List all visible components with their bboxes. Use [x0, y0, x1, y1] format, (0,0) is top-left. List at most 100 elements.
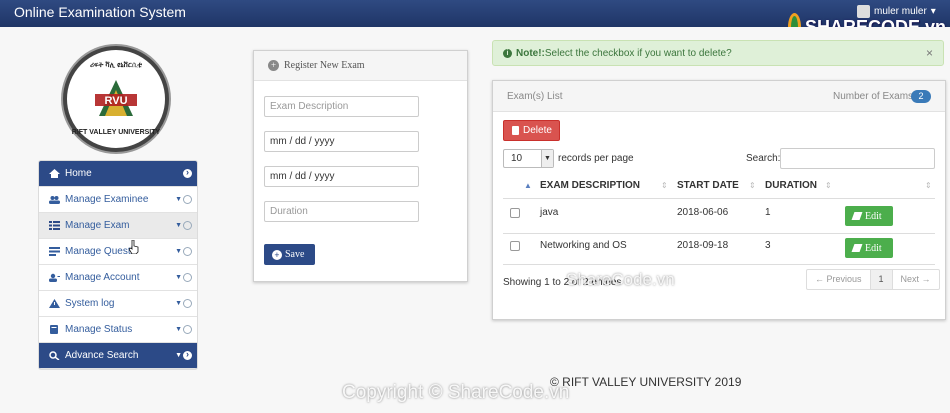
sidebar-item-advance-search[interactable]: Advance Search ▼ [39, 343, 197, 369]
previous-page-button[interactable]: ← Previous [807, 270, 871, 289]
users-icon [49, 196, 60, 204]
alert-text: Select the checkbox if you want to delet… [544, 47, 732, 59]
delete-note-alert: i Note!: Select the checkbox if you want… [492, 40, 944, 66]
trash-icon [512, 126, 519, 135]
exam-description-input[interactable]: Exam Description [264, 96, 419, 117]
sidebar-item-label: Manage Questi [65, 246, 133, 257]
home-icon [49, 169, 60, 178]
cell-description: java [540, 207, 559, 218]
search-icon [49, 351, 60, 360]
caret-down-icon: ▼ [175, 326, 182, 333]
page-1-button[interactable]: 1 [870, 270, 893, 289]
close-icon[interactable]: × [926, 46, 933, 60]
sidebar-item-label: System log [65, 298, 115, 309]
sidebar-item-manage-examinee[interactable]: Manage Examinee ▼ [39, 187, 197, 213]
register-panel-title: Register New Exam [284, 60, 365, 71]
sidebar-item-label: Manage Account [65, 272, 140, 283]
exam-count-label: Number of Exams: [833, 91, 916, 102]
cell-duration: 1 [765, 207, 771, 218]
sidebar-item-home[interactable]: Home [39, 161, 197, 187]
chevron-down-icon: ▼ [541, 150, 553, 167]
start-date-input[interactable]: mm / dd / yyyy [264, 131, 419, 152]
caret-down-icon: ▼ [175, 300, 182, 307]
sort-icon[interactable]: ⇕ [661, 181, 668, 190]
row-checkbox[interactable] [510, 241, 520, 251]
page-length-value: 10 [511, 153, 523, 164]
warning-icon [49, 299, 60, 308]
delete-label: Delete [523, 125, 552, 136]
delete-button[interactable]: Delete [503, 120, 560, 141]
plus-circle-icon: + [272, 249, 282, 260]
page-length-select[interactable]: 10 ▼ [503, 149, 554, 168]
pencil-icon [851, 212, 863, 220]
cell-start-date: 2018-09-18 [677, 240, 729, 251]
sidebar-item-manage-status[interactable]: Manage Status ▼ [39, 317, 197, 343]
sort-icon[interactable]: ⇕ [749, 181, 756, 190]
divider [503, 233, 935, 234]
cell-start-date: 2018-06-06 [677, 207, 729, 218]
sidebar-item-manage-question[interactable]: Manage Questi ▼ [39, 239, 197, 265]
arrow-right-circle-icon [183, 167, 192, 178]
cell-description: Networking and OS [540, 240, 627, 251]
sidebar-item-label: Manage Status [65, 324, 133, 335]
sort-icon[interactable]: ⇕ [825, 181, 832, 190]
column-header-duration[interactable]: DURATION [765, 180, 817, 191]
plus-circle-icon: + [268, 60, 279, 71]
exam-list-title: Exam(s) List [507, 91, 563, 102]
sort-asc-icon[interactable]: ▲ [524, 181, 532, 190]
circle-icon [183, 325, 192, 334]
sidebar-item-label: Manage Exam [65, 220, 130, 231]
exam-list-header: Exam(s) List Number of Exams: 2 [493, 81, 945, 112]
sidebar-item-manage-exam[interactable]: Manage Exam ▼ [39, 213, 197, 239]
edit-label: Edit [865, 242, 882, 254]
save-label: Save [285, 249, 305, 260]
circle-icon [183, 299, 192, 308]
register-panel-header: + Register New Exam [254, 51, 467, 81]
end-date-input[interactable]: mm / dd / yyyy [264, 166, 419, 187]
circle-icon [183, 273, 192, 282]
logo-top-text: ሪፍት ቫሊ ዩኒቨርሲቲ [89, 62, 143, 69]
rvu-emblem-icon: RVU [95, 80, 137, 116]
watermark-bottom: Copyright © ShareCode.vn [342, 382, 570, 403]
user-icon [49, 273, 60, 282]
sidebar-item-manage-account[interactable]: Manage Account ▼ [39, 265, 197, 291]
grid-icon [49, 221, 60, 230]
watermark-center: ShareCode.vn [566, 270, 675, 289]
logo-bottom-text: RIFT VALLEY UNIVERSITY [71, 129, 161, 136]
save-button[interactable]: + Save [264, 244, 315, 265]
book-icon [50, 325, 58, 334]
caret-down-icon: ▼ [175, 196, 182, 203]
circle-icon [183, 221, 192, 230]
caret-down-icon: ▼ [175, 274, 182, 281]
caret-down-icon: ▼ [175, 352, 182, 359]
records-per-page-label: records per page [558, 153, 634, 164]
duration-input[interactable]: Duration [264, 201, 419, 222]
divider [503, 264, 935, 265]
pagination: ← Previous 1 Next → [806, 269, 940, 290]
column-header-start-date[interactable]: START DATE [677, 180, 739, 191]
exam-count-badge: 2 [911, 90, 931, 103]
circle-icon [183, 247, 192, 256]
cell-duration: 3 [765, 240, 771, 251]
sidebar-item-system-log[interactable]: System log ▼ [39, 291, 197, 317]
info-icon: i [503, 48, 512, 58]
caret-down-icon: ▼ [175, 222, 182, 229]
alert-prefix: Note!: [516, 47, 545, 59]
search-input[interactable] [780, 148, 935, 169]
divider [503, 198, 935, 199]
edit-button[interactable]: Edit [845, 238, 893, 258]
caret-down-icon: ▼ [175, 248, 182, 255]
edit-label: Edit [865, 210, 882, 222]
hand-cursor-icon [129, 240, 139, 254]
column-header-description[interactable]: EXAM DESCRIPTION [540, 180, 640, 191]
exam-list-panel: Exam(s) List Number of Exams: 2 Delete 1… [492, 80, 946, 320]
edit-button[interactable]: Edit [845, 206, 893, 226]
next-page-button[interactable]: Next → [893, 270, 939, 289]
app-title[interactable]: Online Examination System [14, 4, 186, 20]
circle-icon [183, 195, 192, 204]
logo-mark-text: RVU [104, 95, 127, 107]
list-icon [49, 247, 60, 256]
search-label: Search: [746, 153, 781, 164]
row-checkbox[interactable] [510, 208, 520, 218]
sort-icon[interactable]: ⇕ [925, 181, 932, 190]
